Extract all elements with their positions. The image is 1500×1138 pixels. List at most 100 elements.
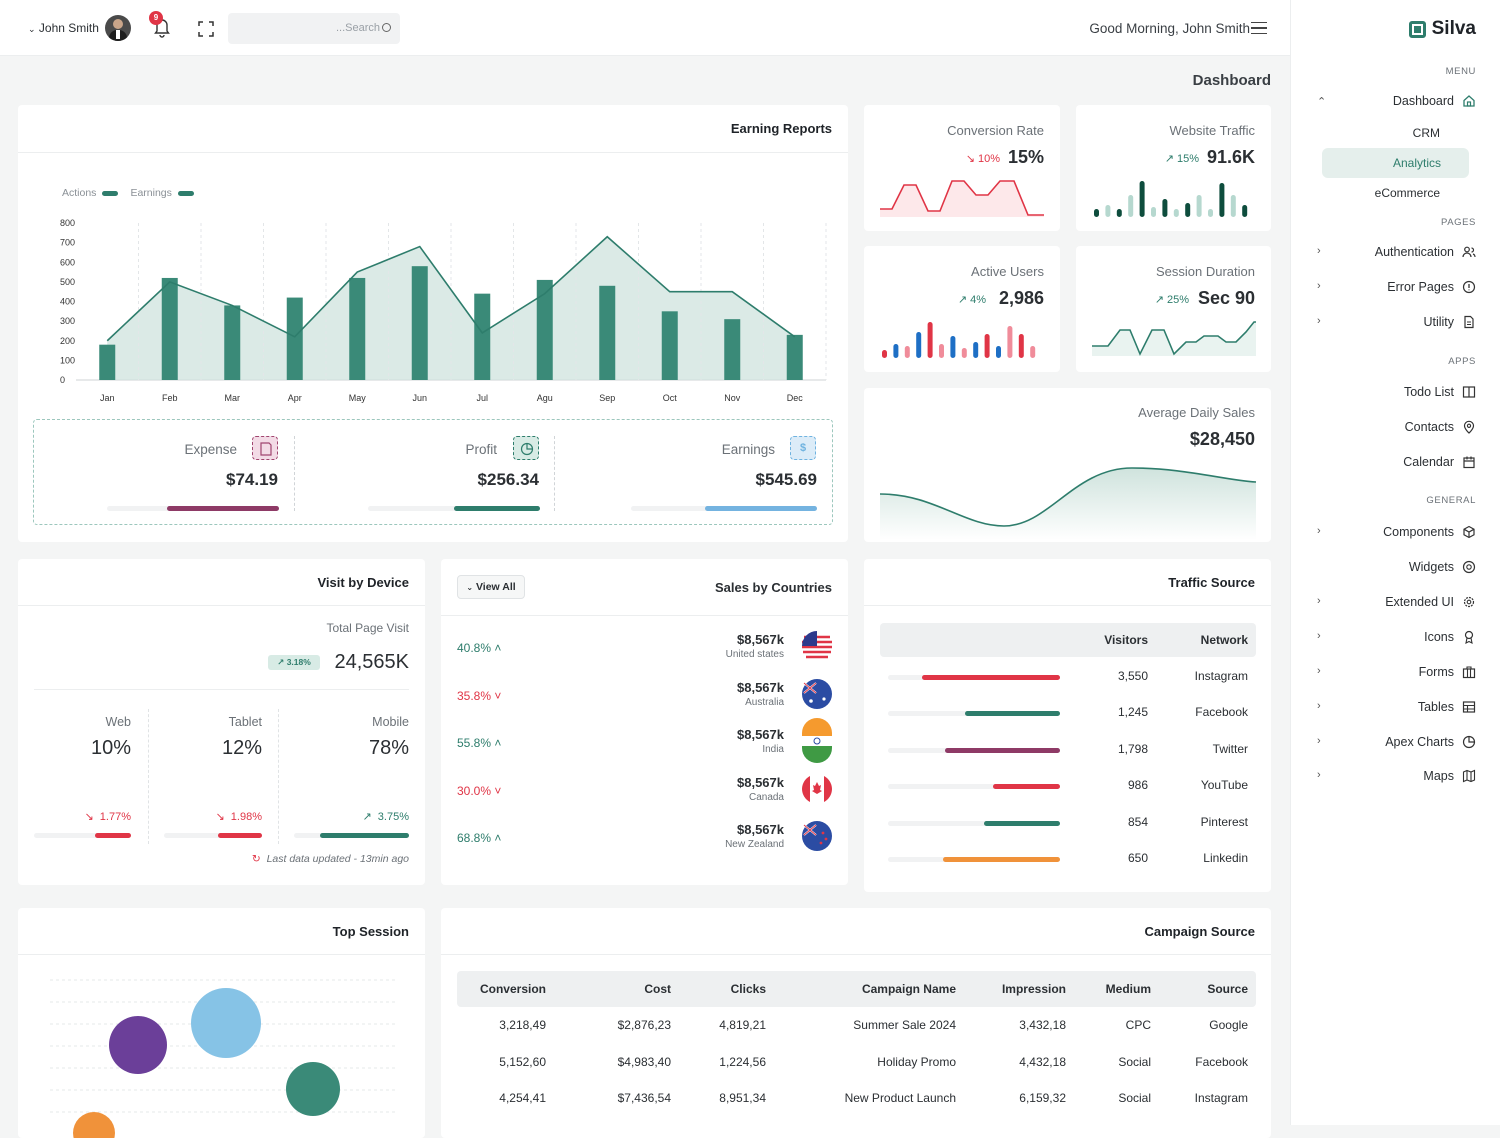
table-cell: CPC <box>1125 1018 1151 1032</box>
sidebar-subitem-analytics[interactable]: Analytics <box>1322 148 1469 178</box>
table-icon <box>1462 700 1476 714</box>
sidebar-item-icons[interactable]: Icons <box>1424 630 1476 644</box>
table-cell: Summer Sale 2024 <box>853 1018 956 1032</box>
sidebar-item-apex-charts[interactable]: Apex Charts <box>1385 735 1476 749</box>
sidebar-item-tables[interactable]: Tables <box>1418 700 1476 714</box>
calendar-icon <box>1462 455 1476 469</box>
sidebar-item-label: Calendar <box>1403 455 1454 469</box>
sparkline-bar <box>882 350 887 358</box>
sidebar-item-authentication[interactable]: Authentication <box>1375 245 1476 259</box>
sidebar-subitem-crm[interactable]: CRM <box>1413 126 1440 140</box>
visitor-bar <box>944 747 1060 753</box>
visitors-value: 1,245 <box>1117 705 1148 720</box>
view-all-button[interactable]: ⌄ View All <box>457 575 525 599</box>
stat-change: ↘ 10% <box>965 153 1000 165</box>
device-change-tablet: ↘ 1.98% <box>215 811 262 823</box>
session-duration-card: Session Duration Sec 90 ↗ 25% <box>1076 246 1271 372</box>
sidebar-item-contacts[interactable]: Contacts <box>1405 420 1476 434</box>
pie-chart-icon <box>1462 735 1476 749</box>
sparkline-bar <box>939 344 944 358</box>
legend-earnings: Earnings <box>130 187 172 199</box>
sidebar-item-maps[interactable]: Maps <box>1423 769 1476 783</box>
settings-icon <box>1462 595 1476 609</box>
sidebar-subitem-ecommerce[interactable]: eCommerce <box>1375 186 1440 200</box>
card-title: Top Session <box>332 924 409 939</box>
sidebar-item-forms[interactable]: Forms <box>1419 665 1476 679</box>
sidebar-item-dashboard[interactable]: Dashboard <box>1393 94 1476 108</box>
earning-reports-card: Earning Reports Actions Earnings 800 700 6… <box>18 105 848 542</box>
expense-progress <box>167 506 279 511</box>
stat-change: ↗ 15% <box>1164 153 1199 165</box>
table-cell: 4,254,41 <box>499 1091 546 1105</box>
country-amount: $8,567k <box>737 727 784 742</box>
sidebar-item-widgets[interactable]: Widgets <box>1409 560 1476 574</box>
traffic-bar-sparkline <box>1094 181 1248 217</box>
sidebar-item-label: Todo List <box>1403 385 1454 399</box>
column-header: Impression <box>1001 982 1066 996</box>
earnings-progress <box>705 506 817 511</box>
network-name: Instagram <box>1194 669 1248 683</box>
briefcase-icon <box>1462 665 1476 679</box>
country-name: New Zealand <box>725 839 784 850</box>
avatar[interactable] <box>105 15 131 41</box>
sidebar-item-todo-list[interactable]: Todo List <box>1404 385 1476 399</box>
chart-legend: Actions Earnings <box>62 187 194 199</box>
stat-value: 91.6K <box>1206 147 1255 167</box>
pie-chart-icon <box>513 436 539 460</box>
sidebar-item-calendar[interactable]: Calendar <box>1403 455 1476 469</box>
stat-label: Conversion Rate <box>947 123 1044 138</box>
table-cell: $2,876,23 <box>617 1018 671 1032</box>
profit-value: $256.34 <box>477 470 539 489</box>
country-name: Canada <box>748 791 784 803</box>
visitor-bar <box>984 820 1060 826</box>
table-cell: 1,224,56 <box>719 1054 766 1069</box>
sparkline-bar <box>1018 334 1024 358</box>
chevron-right-icon: › <box>1317 735 1321 747</box>
x-tick-label: May <box>349 393 367 403</box>
logo[interactable]: Silva <box>1408 18 1476 40</box>
network-name: Linkedin <box>1203 851 1248 865</box>
apps-section-label: APPS <box>1448 356 1476 367</box>
visitors-value: 650 <box>1127 851 1148 865</box>
fullscreen-icon[interactable] <box>198 21 214 37</box>
country-amount: $8,567k <box>737 774 784 790</box>
device-change-mobile: ↗ 3.75% <box>362 811 409 823</box>
user-name: John Smith <box>38 21 99 35</box>
bar-actions <box>599 285 616 380</box>
table-cell: Instagram <box>1194 1091 1248 1105</box>
chevron-down-icon: ⌄ <box>466 583 474 592</box>
country-row: 30.0% ˅ $8,567k Canada <box>441 773 848 814</box>
sparkline-bar <box>1162 199 1168 217</box>
greeting-text: Good Morning, John Smith <box>1089 21 1250 36</box>
sparkline-bar <box>996 346 1001 358</box>
menu-section-label: MENU <box>1445 66 1476 77</box>
visitor-bar <box>992 784 1060 790</box>
network-name: Pinterest <box>1200 814 1248 829</box>
country-name: India <box>762 744 784 755</box>
table-cell: $7,436,54 <box>617 1091 671 1105</box>
sidebar-item-error-pages[interactable]: Error Pages <box>1387 280 1476 294</box>
user-menu[interactable]: ⌄ John Smith <box>28 21 99 35</box>
table-cell: 3,432,18 <box>1019 1018 1066 1032</box>
bell-icon[interactable]: 9 <box>149 11 172 38</box>
table-cell: New Product Launch <box>844 1091 956 1105</box>
flag-icon <box>802 773 832 804</box>
chevron-right-icon: › <box>1317 245 1321 257</box>
hamburger-menu-icon[interactable] <box>1251 22 1267 34</box>
map-pin-icon <box>1462 420 1476 434</box>
bar-actions <box>786 334 803 380</box>
sidebar-item-components[interactable]: Components <box>1383 525 1476 539</box>
sidebar-item-utility[interactable]: Utility <box>1423 315 1476 329</box>
sidebar-item-extended-ui[interactable]: Extended UI <box>1385 595 1476 609</box>
bar-actions <box>474 293 491 380</box>
sidebar-item-label: Widgets <box>1408 560 1454 574</box>
bar-actions <box>224 305 241 380</box>
table-row: 3,550 Instagram <box>864 667 1271 697</box>
sidebar-subitem-label: Analytics <box>1392 156 1441 170</box>
campaign-source-card: Campaign Source Conversion Cost Clicks Camp… <box>441 908 1271 1138</box>
columns-icon <box>1462 385 1476 399</box>
x-tick-label: Sep <box>599 393 615 403</box>
column-header: Network <box>1200 633 1248 647</box>
search-input[interactable]: ...Search <box>228 13 400 44</box>
sparkline-bar <box>1007 326 1013 358</box>
